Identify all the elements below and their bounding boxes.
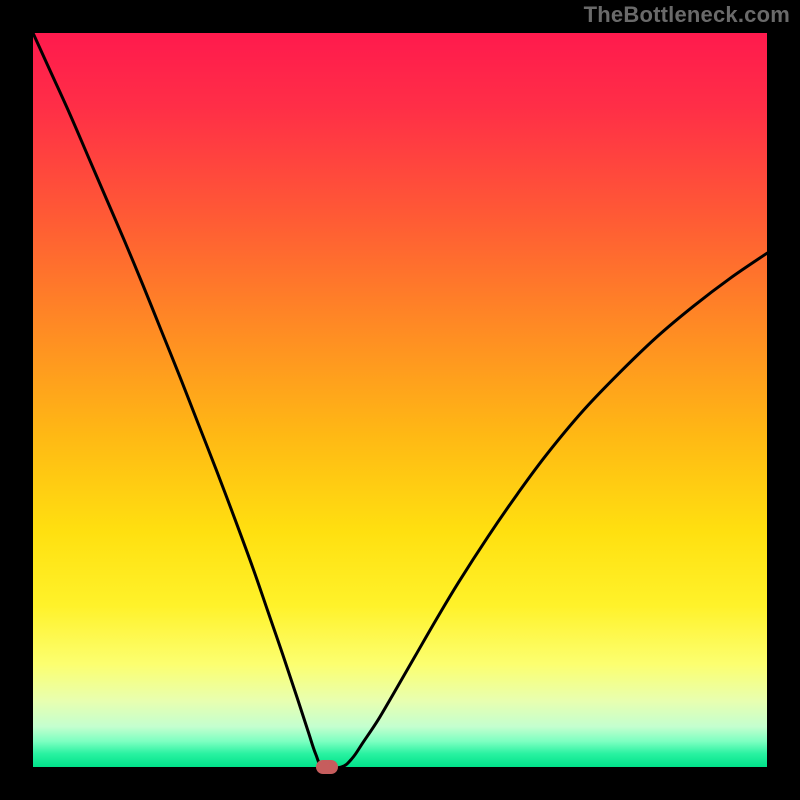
gradient-background — [33, 33, 767, 767]
plot-area — [33, 33, 767, 767]
app-frame: TheBottleneck.com — [0, 0, 800, 800]
optimal-point-marker — [316, 760, 338, 774]
watermark-text: TheBottleneck.com — [584, 2, 790, 28]
bottleneck-chart — [33, 33, 767, 767]
